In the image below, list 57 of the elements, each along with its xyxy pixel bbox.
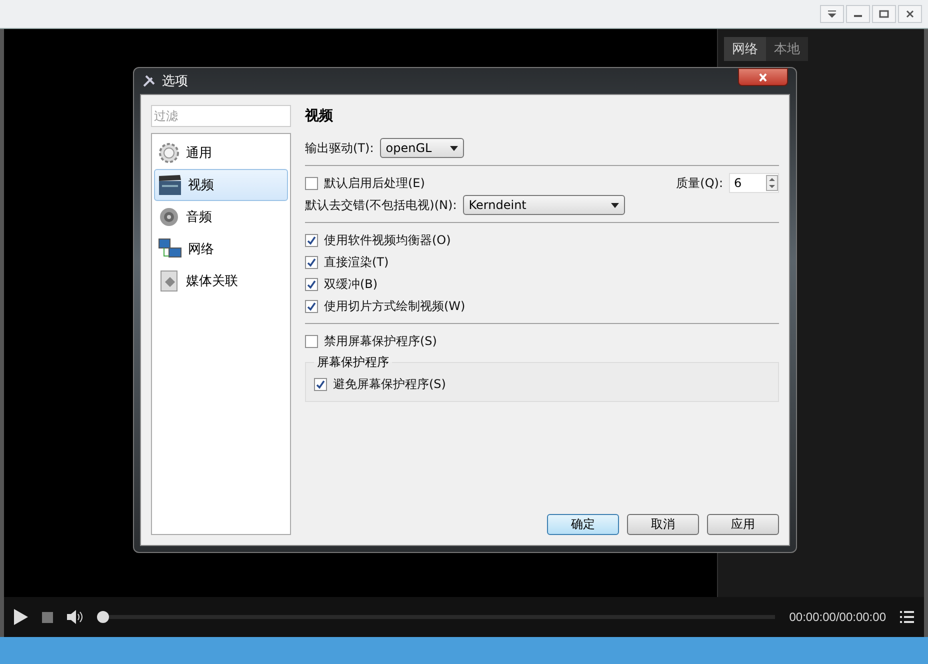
quality-spinbox[interactable]: 6	[729, 173, 779, 193]
checkbox[interactable]	[305, 300, 318, 312]
maximize-button[interactable]	[872, 5, 896, 23]
checkbox-label[interactable]: 直接渲染(T)	[324, 254, 389, 270]
dropdown-button[interactable]	[820, 5, 844, 23]
checkbox[interactable]	[305, 234, 318, 246]
field-label: 默认去交错(不包括电视)(N):	[305, 196, 457, 214]
volume-icon[interactable]	[67, 610, 83, 624]
close-icon	[758, 72, 768, 82]
caret-icon	[610, 202, 619, 208]
gear-icon	[158, 142, 180, 164]
computers-icon	[158, 238, 182, 260]
dialog-button[interactable]: 取消	[627, 514, 699, 535]
checkbox[interactable]	[305, 176, 318, 190]
category-item[interactable]: 网络	[154, 233, 288, 265]
driver-dropdown[interactable]: openGL	[380, 138, 464, 158]
group-title: 屏幕保护程序	[316, 354, 390, 371]
playlist-icon[interactable]	[900, 611, 914, 623]
document-icon	[158, 270, 180, 292]
minimize-button[interactable]	[846, 5, 870, 23]
close-button[interactable]	[738, 68, 788, 86]
caret-icon	[827, 10, 837, 18]
spin-arrows-icon[interactable]	[766, 175, 778, 191]
checkbox-label[interactable]: 双缓冲(B)	[324, 276, 378, 292]
checkbox-label[interactable]: 默认启用后处理(E)	[324, 174, 425, 192]
dialog-button[interactable]: 应用	[707, 514, 779, 535]
checkbox-label[interactable]: 使用切片方式绘制视频(W)	[324, 298, 466, 314]
checkbox[interactable]	[305, 334, 318, 348]
section-title: 视频	[305, 107, 334, 125]
maximize-icon	[879, 10, 889, 18]
checkbox-label[interactable]: 避免屏幕保护程序(S)	[333, 376, 446, 392]
time-display: 00:00:00/00:00:00	[789, 610, 886, 624]
checkbox-label[interactable]: 使用软件视频均衡器(O)	[324, 232, 451, 248]
deinterlace-dropdown[interactable]: Kerndeint	[462, 195, 625, 215]
panel-tab[interactable]: 网络	[724, 37, 766, 61]
field-label: 输出驱动(T):	[305, 140, 374, 156]
checkbox[interactable]	[305, 256, 318, 268]
caret-icon	[450, 146, 458, 150]
panel-tab[interactable]: 本地	[766, 37, 808, 61]
close-icon	[905, 10, 915, 18]
dialog-title: 选项	[162, 73, 188, 90]
play-icon[interactable]	[14, 609, 28, 625]
category-item[interactable]: 通用	[154, 137, 288, 169]
dialog-button[interactable]: 确定	[547, 514, 619, 535]
clapperboard-icon	[158, 174, 182, 196]
speaker-icon	[158, 206, 180, 228]
category-item[interactable]: 音频	[154, 201, 288, 233]
seek-thumb[interactable]	[97, 611, 109, 623]
checkbox[interactable]	[314, 378, 327, 390]
checkbox-label[interactable]: 禁用屏幕保护程序(S)	[324, 332, 437, 350]
filter-field[interactable]: 过滤	[151, 105, 291, 127]
tools-icon	[142, 74, 156, 88]
category-item[interactable]: 媒体关联	[154, 265, 288, 297]
stop-icon[interactable]	[42, 612, 53, 622]
checkbox[interactable]	[305, 278, 318, 290]
category-item[interactable]: 视频	[154, 169, 288, 201]
field-label: 质量(Q):	[676, 174, 723, 192]
